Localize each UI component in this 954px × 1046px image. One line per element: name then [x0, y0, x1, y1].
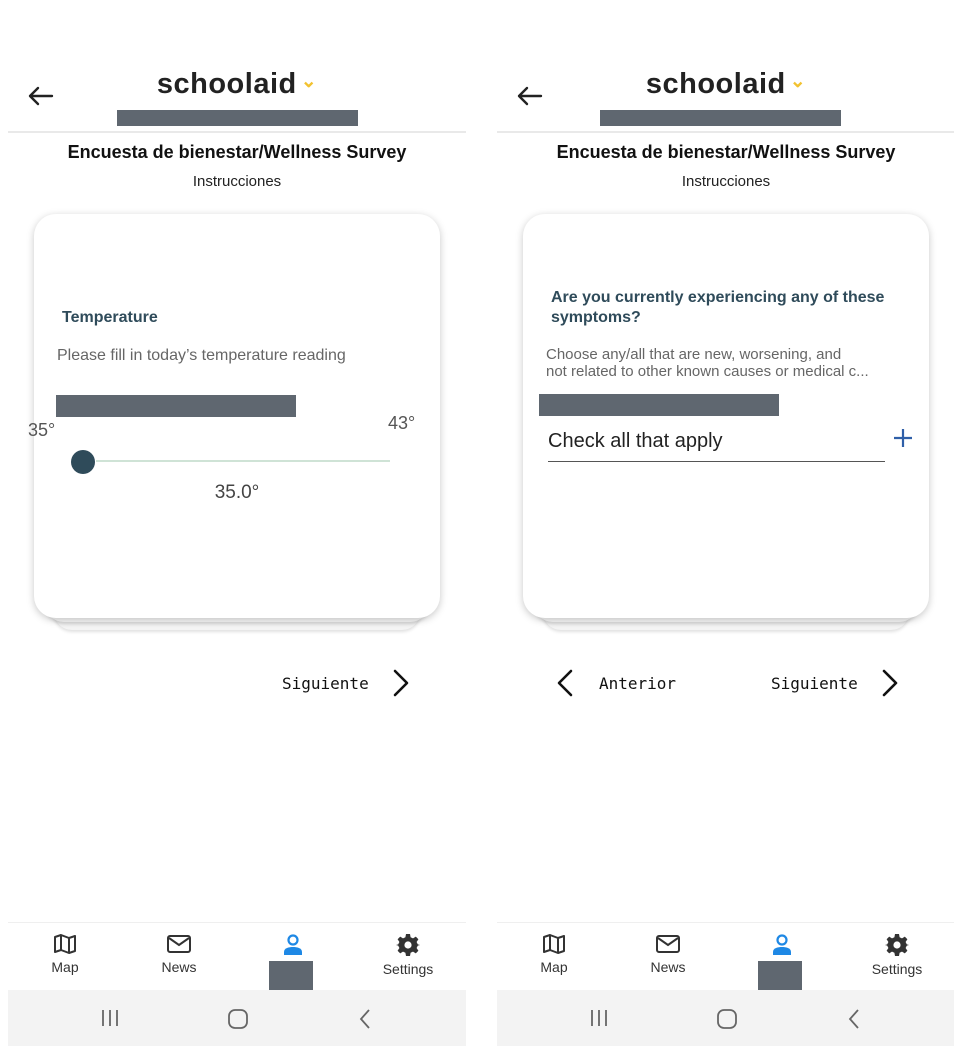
symptoms-multiselect-field[interactable]: Check all that apply [548, 426, 885, 462]
screen-temperature: schoolaid ⌄ Encuesta de bienestar/Wellnes… [8, 0, 466, 1046]
next-label: Siguiente [282, 673, 369, 693]
app-header: schoolaid ⌄ [497, 0, 954, 133]
back-icon[interactable] [358, 1008, 372, 1030]
home-icon[interactable] [716, 1008, 738, 1030]
tab-map[interactable]: Map [514, 933, 594, 975]
temperature-slider-thumb[interactable] [71, 450, 95, 474]
gear-icon [885, 934, 909, 956]
gear-icon [396, 934, 420, 956]
redacted-block [117, 110, 358, 126]
redacted-block [539, 394, 779, 416]
survey-title: Encuesta de bienestar/Wellness Survey [556, 142, 896, 162]
mail-icon [656, 935, 680, 953]
app-logo: schoolaid ⌄ [645, 68, 807, 100]
chevron-left-icon [557, 669, 573, 697]
question-title: Temperature [62, 309, 158, 326]
survey-title: Encuesta de bienestar/Wellness Survey [67, 142, 407, 162]
back-icon[interactable] [847, 1008, 861, 1030]
home-icon[interactable] [227, 1008, 249, 1030]
question-description: Please fill in today’s temperature readi… [57, 347, 346, 364]
previous-label: Anterior [599, 673, 677, 693]
screen-symptoms: schoolaid ⌄ Encuesta de bienestar/Wellnes… [497, 0, 954, 1046]
chevron-down-icon: ⌄ [789, 71, 807, 92]
chevron-right-icon [393, 669, 409, 697]
tab-settings[interactable]: Settings [857, 933, 937, 977]
bottom-nav: Map News Settings [497, 922, 954, 991]
tab-profile[interactable] [742, 933, 822, 961]
app-logo: schoolaid ⌄ [156, 68, 318, 100]
person-icon [773, 934, 791, 955]
system-nav-bar [8, 990, 466, 1046]
question-card: Are you currently experiencing any of th… [523, 214, 929, 618]
redacted-block [758, 961, 802, 990]
next-label: Siguiente [771, 673, 858, 693]
app-header: schoolaid ⌄ [8, 0, 466, 133]
map-icon [543, 934, 565, 954]
slider-value: 35.0° [214, 482, 260, 503]
mail-icon [167, 935, 191, 953]
system-nav-bar [497, 990, 954, 1046]
recents-icon[interactable] [589, 1008, 609, 1028]
redacted-block [600, 110, 841, 126]
tab-news[interactable]: News [139, 933, 219, 975]
next-button[interactable]: Siguiente [282, 666, 411, 700]
tab-settings[interactable]: Settings [368, 933, 448, 977]
survey-instructions-link[interactable]: Instrucciones [8, 173, 466, 190]
person-icon [284, 934, 302, 955]
question-description: Choose any/all that are new, worsening, … [546, 346, 869, 380]
survey-instructions-link[interactable]: Instrucciones [497, 173, 954, 190]
tab-news[interactable]: News [628, 933, 708, 975]
previous-button[interactable]: Anterior [555, 666, 676, 700]
chevron-right-icon [882, 669, 898, 697]
add-icon[interactable] [893, 428, 913, 448]
next-button[interactable]: Siguiente [771, 666, 900, 700]
slider-min-label: 35° [28, 420, 56, 440]
recents-icon[interactable] [100, 1008, 120, 1028]
map-icon [54, 934, 76, 954]
slider-max-label: 43° [388, 413, 416, 433]
question-title: Are you currently experiencing any of th… [551, 289, 885, 326]
tab-map[interactable]: Map [25, 933, 105, 975]
redacted-block [269, 961, 313, 990]
bottom-nav: Map News Settings [8, 922, 466, 991]
chevron-down-icon: ⌄ [300, 71, 318, 92]
tab-profile[interactable] [253, 933, 333, 961]
temperature-slider-track[interactable] [96, 460, 390, 462]
field-label: Check all that apply [548, 430, 723, 452]
question-card: Temperature Please fill in today’s tempe… [34, 214, 440, 618]
redacted-block [56, 395, 296, 417]
